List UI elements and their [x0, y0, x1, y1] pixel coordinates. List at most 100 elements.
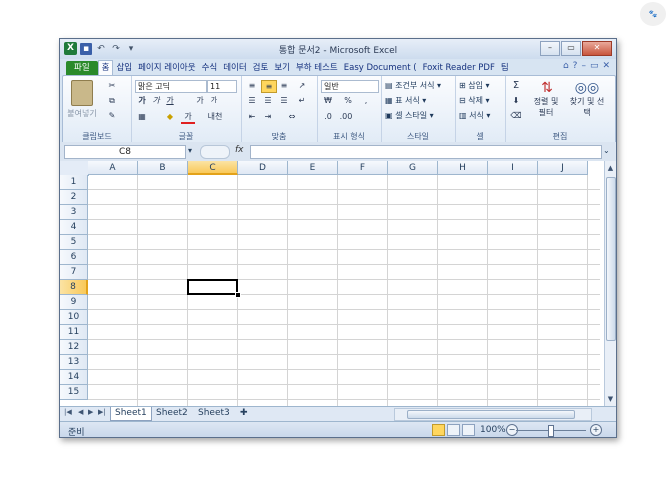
wrap-text-icon[interactable]: ↵	[295, 95, 309, 106]
paste-button[interactable]: 붙여넣기	[67, 80, 97, 119]
align-bottom-icon[interactable]: ≡	[277, 80, 291, 91]
row-header-3[interactable]: 3	[60, 205, 88, 220]
scroll-up-icon[interactable]: ▲	[606, 163, 615, 173]
font-name-combo[interactable]: 맑은 고딕	[135, 80, 207, 93]
tab-view[interactable]: 보기	[271, 61, 293, 76]
tab-file[interactable]: 파일	[66, 61, 98, 76]
tab-home[interactable]: 홈	[97, 60, 114, 76]
tab-load-test[interactable]: 부하 테스트	[293, 61, 341, 76]
vertical-scroll-thumb[interactable]	[606, 177, 616, 341]
name-box[interactable]: C8	[64, 145, 186, 159]
align-left-icon[interactable]: ☰	[245, 95, 259, 106]
tab-formulas[interactable]: 수식	[199, 61, 221, 76]
bold-button[interactable]: 가	[135, 95, 149, 106]
zoom-slider-knob[interactable]	[548, 425, 554, 437]
page-break-view-button[interactable]	[462, 424, 475, 436]
shrink-font-button[interactable]: 가	[207, 95, 221, 106]
tab-easy-document[interactable]: Easy Document (	[341, 61, 420, 76]
increase-indent-icon[interactable]: ⇥	[261, 111, 275, 122]
horizontal-scrollbar[interactable]	[394, 408, 592, 421]
expand-formula-bar-icon[interactable]: ⌄	[603, 146, 610, 155]
tab-page-layout[interactable]: 페이지 레이아웃	[135, 61, 198, 76]
scroll-down-icon[interactable]: ▼	[606, 394, 615, 404]
row-header-15[interactable]: 15	[60, 385, 88, 400]
zoom-in-button[interactable]: +	[590, 424, 602, 436]
fill-icon[interactable]: ⬇	[509, 95, 523, 106]
normal-view-button[interactable]	[432, 424, 445, 436]
maximize-button[interactable]: ▭	[561, 41, 581, 56]
formula-input[interactable]	[250, 145, 602, 159]
select-all-corner[interactable]	[60, 161, 89, 176]
row-header-12[interactable]: 12	[60, 340, 88, 355]
row-header-9[interactable]: 9	[60, 295, 88, 310]
delete-cells-button[interactable]: ⊟ 삭제 ▾	[459, 95, 490, 106]
row-header-11[interactable]: 11	[60, 325, 88, 340]
find-select-button[interactable]: ◎◎ 찾기 및 선택	[567, 80, 607, 118]
cut-icon[interactable]: ✂	[105, 80, 119, 91]
row-header-2[interactable]: 2	[60, 190, 88, 205]
insert-function-icon[interactable]: fx	[235, 145, 244, 155]
minimize-button[interactable]: –	[540, 41, 560, 56]
align-middle-icon[interactable]: ≡	[261, 80, 277, 93]
format-table-button[interactable]: ▦ 표 서식 ▾	[385, 95, 426, 106]
align-right-icon[interactable]: ☰	[277, 95, 291, 106]
fill-handle[interactable]	[235, 292, 241, 298]
column-header-f[interactable]: F	[338, 161, 388, 175]
insert-cells-button[interactable]: ⊞ 삽입 ▾	[459, 80, 490, 91]
border-icon[interactable]: ▦	[135, 111, 149, 122]
font-size-combo[interactable]: 11	[207, 80, 237, 93]
accounting-format-icon[interactable]: ₩	[321, 95, 335, 106]
font-color-button[interactable]: 가	[181, 111, 195, 124]
cell-styles-button[interactable]: ▣ 셀 스타일 ▾	[385, 110, 434, 121]
italic-button[interactable]: 가	[149, 95, 163, 106]
close-button[interactable]: ✕	[582, 41, 612, 56]
format-painter-icon[interactable]: ✎	[105, 110, 119, 121]
row-header-5[interactable]: 5	[60, 235, 88, 250]
increase-decimal-icon[interactable]: .0	[321, 111, 335, 122]
row-header-10[interactable]: 10	[60, 310, 88, 325]
first-sheet-icon[interactable]: |◀	[64, 408, 72, 416]
clear-icon[interactable]: ⌫	[509, 110, 523, 121]
vertical-scrollbar[interactable]: ▲ ▼	[604, 161, 616, 406]
number-format-combo[interactable]: 일반	[321, 80, 379, 93]
conditional-format-button[interactable]: ▤ 조건부 서식 ▾	[385, 80, 441, 91]
merge-center-icon[interactable]: ⇔	[281, 111, 303, 122]
tab-data[interactable]: 데이터	[220, 61, 249, 76]
align-center-icon[interactable]: ☰	[261, 95, 275, 106]
tab-foxit-reader[interactable]: Foxit Reader PDF	[420, 61, 498, 76]
zoom-level[interactable]: 100%	[480, 425, 506, 435]
column-header-g[interactable]: G	[388, 161, 438, 175]
last-sheet-icon[interactable]: ▶|	[98, 408, 106, 416]
horizontal-scroll-thumb[interactable]	[407, 410, 575, 419]
sort-filter-button[interactable]: ⇅ 정렬 및 필터	[529, 80, 565, 118]
phonetic-button[interactable]: 내천	[205, 111, 225, 122]
grow-font-button[interactable]: 가	[193, 95, 207, 106]
formula-bar-splitter[interactable]	[200, 145, 230, 159]
comma-button[interactable]: ,	[359, 95, 373, 106]
doc-minimize-icon[interactable]: –	[581, 61, 586, 71]
row-header-14[interactable]: 14	[60, 370, 88, 385]
row-header-6[interactable]: 6	[60, 250, 88, 265]
column-header-j[interactable]: J	[538, 161, 588, 175]
page-layout-view-button[interactable]	[447, 424, 460, 436]
doc-restore-icon[interactable]: ▭	[590, 61, 599, 71]
row-header-13[interactable]: 13	[60, 355, 88, 370]
align-top-icon[interactable]: ≡	[245, 80, 259, 91]
row-header-4[interactable]: 4	[60, 220, 88, 235]
orientation-icon[interactable]: ↗	[295, 80, 309, 91]
tab-review[interactable]: 검토	[250, 61, 272, 76]
sheet-tab-1[interactable]: Sheet1	[110, 407, 152, 421]
tab-team[interactable]: 팀	[498, 61, 512, 76]
tab-insert[interactable]: 삽입	[113, 61, 135, 76]
column-header-e[interactable]: E	[288, 161, 338, 175]
name-box-dropdown-icon[interactable]: ▾	[188, 146, 192, 155]
active-cell[interactable]	[187, 279, 238, 295]
doc-close-icon[interactable]: ✕	[602, 61, 610, 71]
minimize-ribbon-icon[interactable]: ⌂	[563, 61, 569, 71]
row-header-7[interactable]: 7	[60, 265, 88, 280]
column-header-c[interactable]: C	[188, 161, 238, 175]
column-header-a[interactable]: A	[88, 161, 138, 175]
decrease-decimal-icon[interactable]: .00	[339, 111, 353, 122]
column-header-i[interactable]: I	[488, 161, 538, 175]
format-cells-button[interactable]: ▥ 서식 ▾	[459, 110, 490, 121]
